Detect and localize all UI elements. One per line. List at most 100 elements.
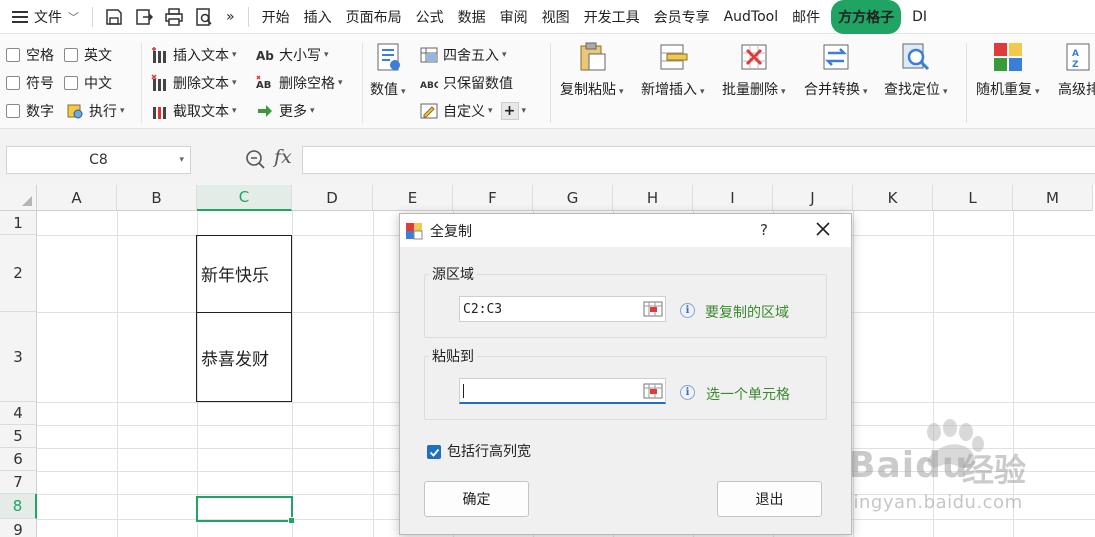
more-tools-button[interactable]: » <box>219 0 242 34</box>
advanced-sort-button[interactable]: AZ 高级排 <box>1058 41 1095 99</box>
paste-target-input[interactable] <box>459 378 666 404</box>
row-header-4[interactable]: 4 <box>0 402 37 425</box>
column-header-m[interactable]: M <box>1013 185 1093 211</box>
checkbox[interactable] <box>6 104 20 118</box>
merge-convert-button[interactable]: 合并转换 ▾ <box>804 41 868 99</box>
include-size-label[interactable]: 包括行高列宽 <box>447 441 531 461</box>
check-space[interactable]: 空格 <box>6 43 54 67</box>
range-picker-icon[interactable] <box>643 383 663 399</box>
column-header-d[interactable]: D <box>292 185 373 211</box>
column-header-h[interactable]: H <box>613 185 693 211</box>
name-box-value: C8 <box>89 152 108 168</box>
copy-paste-button[interactable]: 复制粘贴 ▾ <box>560 41 624 99</box>
check-number[interactable]: 数字 <box>6 99 54 123</box>
tab-di[interactable]: DI <box>905 0 934 34</box>
batch-delete-label: 批量删除 <box>722 82 778 98</box>
row-header-6[interactable]: 6 <box>0 448 37 471</box>
check-symbol[interactable]: 符号 <box>6 71 54 95</box>
case-button[interactable]: Ab 大小写 ▾ <box>256 43 329 67</box>
checkbox[interactable] <box>6 76 20 90</box>
close-icon[interactable] <box>813 219 833 239</box>
row-header-8[interactable]: 8 <box>0 494 37 519</box>
print-icon[interactable] <box>163 6 185 28</box>
add-icon[interactable]: + <box>500 102 519 120</box>
row-header-5[interactable]: 5 <box>0 425 37 448</box>
column-header-c[interactable]: C <box>197 185 292 211</box>
batch-delete-button[interactable]: 批量删除 ▾ <box>722 41 786 99</box>
active-cell-c8[interactable] <box>196 496 295 524</box>
svg-text:ABC: ABC <box>420 81 438 91</box>
checkbox[interactable] <box>64 76 78 90</box>
save-icon[interactable] <box>103 6 125 28</box>
tab-data[interactable]: 数据 <box>451 0 493 34</box>
range-picker-icon[interactable] <box>643 301 663 317</box>
more-text-button[interactable]: 更多 ▾ <box>256 99 315 123</box>
insert-text-button[interactable]: 插入文本 ▾ <box>150 43 237 67</box>
cell-c3-text: 恭喜发财 <box>201 349 269 370</box>
extract-text-button[interactable]: 截取文本 ▾ <box>150 99 237 123</box>
divider <box>966 43 967 123</box>
row-header-2[interactable]: 2 <box>0 235 37 312</box>
tab-mail[interactable]: 邮件 <box>785 0 827 34</box>
gridline <box>117 211 118 537</box>
column-header-e[interactable]: E <box>373 185 453 211</box>
tab-fangfang-gezi[interactable]: 方方格子 <box>831 0 902 34</box>
row-header-7[interactable]: 7 <box>0 471 37 494</box>
delete-space-button[interactable]: AB 删除空格 ▾ <box>256 71 343 95</box>
fx-icon[interactable]: fx <box>274 146 292 168</box>
merge-convert-icon <box>823 44 849 70</box>
dialog-titlebar[interactable]: 全复制 ? <box>400 214 851 247</box>
check-chinese[interactable]: 中文 <box>64 71 112 95</box>
chevron-down-icon[interactable]: ▾ <box>179 155 184 165</box>
zoom-formula-icon[interactable] <box>244 148 266 170</box>
column-header-f[interactable]: F <box>453 185 533 211</box>
tab-home[interactable]: 开始 <box>255 0 297 34</box>
execute-button[interactable]: 执行 ▾ <box>66 99 125 123</box>
watermark-url: jingyan.baidu.com <box>848 492 1023 513</box>
formula-input[interactable] <box>302 146 1095 174</box>
export-icon[interactable] <box>133 6 155 28</box>
checkbox[interactable] <box>64 48 78 62</box>
print-preview-icon[interactable] <box>193 6 215 28</box>
name-box[interactable]: C8 ▾ <box>6 146 191 174</box>
tab-formulas[interactable]: 公式 <box>409 0 451 34</box>
tab-insert[interactable]: 插入 <box>297 0 339 34</box>
column-header-a[interactable]: A <box>37 185 117 211</box>
tab-member[interactable]: 会员专享 <box>647 0 717 34</box>
custom-button[interactable]: 自定义 ▾ + ▾ <box>420 99 526 123</box>
column-header-b[interactable]: B <box>117 185 197 211</box>
row-header-9[interactable]: 9 <box>0 519 37 537</box>
delete-space-label: 删除空格 <box>279 76 335 92</box>
column-header-j[interactable]: J <box>773 185 853 211</box>
source-range-input[interactable]: C2:C3 <box>459 296 666 322</box>
keep-value-button[interactable]: ABC 只保留数值 <box>420 71 513 95</box>
row-header-1[interactable]: 1 <box>0 211 37 235</box>
file-menu[interactable]: 文件 ﹀ <box>0 0 86 34</box>
select-all-corner[interactable] <box>0 185 37 211</box>
column-header-i[interactable]: I <box>693 185 773 211</box>
divider <box>92 6 93 27</box>
tab-page-layout[interactable]: 页面布局 <box>339 0 409 34</box>
column-header-l[interactable]: L <box>933 185 1013 211</box>
tab-audtool[interactable]: AudTool <box>717 0 786 34</box>
tab-review[interactable]: 审阅 <box>493 0 535 34</box>
chevron-down-icon: ﹀ <box>68 10 79 24</box>
column-header-k[interactable]: K <box>853 185 933 211</box>
round-button[interactable]: 四舍五入 ▾ <box>420 43 507 67</box>
exit-button[interactable]: 退出 <box>717 481 822 517</box>
value-button[interactable]: 数值 ▾ <box>370 41 406 99</box>
column-header-g[interactable]: G <box>533 185 613 211</box>
delete-text-button[interactable]: 删除文本 ▾ <box>150 71 237 95</box>
find-locate-label: 查找定位 <box>884 82 940 98</box>
checkbox[interactable] <box>6 48 20 62</box>
ok-button[interactable]: 确定 <box>424 481 529 517</box>
tab-view[interactable]: 视图 <box>535 0 577 34</box>
check-english[interactable]: 英文 <box>64 43 112 67</box>
include-size-checkbox[interactable] <box>427 445 441 459</box>
help-button[interactable]: ? <box>760 221 768 239</box>
random-repeat-button[interactable]: 随机重复 ▾ <box>976 41 1040 99</box>
row-header-3[interactable]: 3 <box>0 312 37 402</box>
tab-developer[interactable]: 开发工具 <box>577 0 647 34</box>
add-insert-button[interactable]: 新增插入 ▾ <box>641 41 705 99</box>
find-locate-button[interactable]: 查找定位 ▾ <box>884 41 948 99</box>
